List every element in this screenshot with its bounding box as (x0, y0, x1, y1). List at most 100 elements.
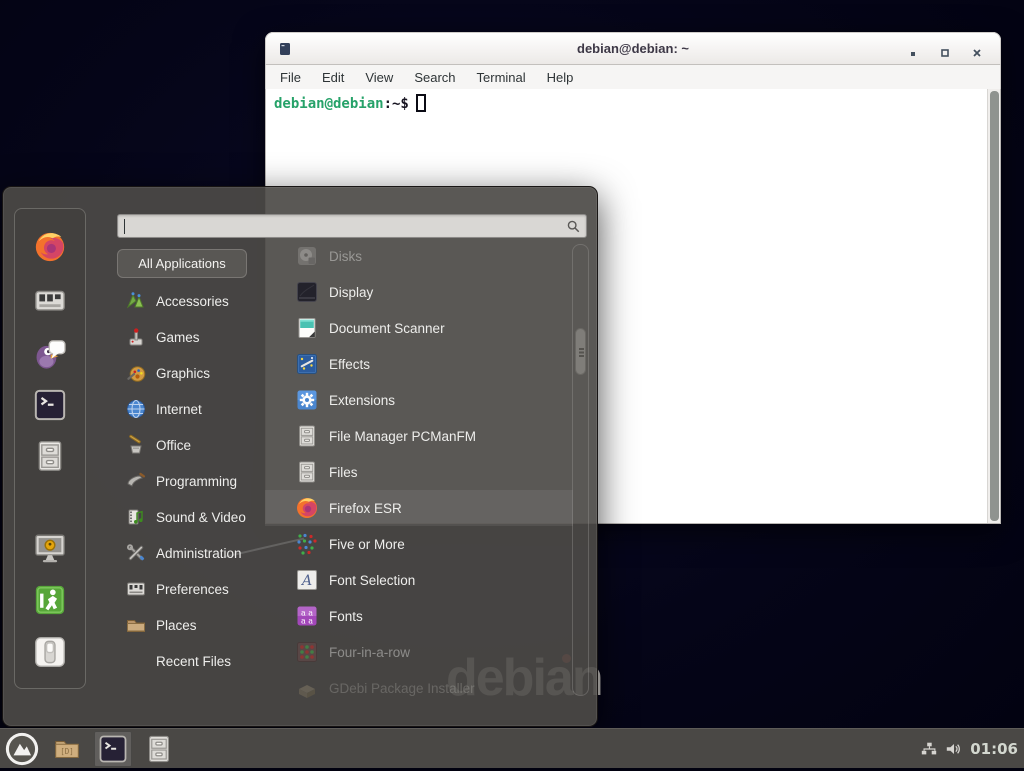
maximize-icon (940, 45, 950, 55)
terminal-menubar: File Edit View Search Terminal Help (265, 65, 1001, 89)
maximize-button[interactable] (936, 41, 954, 59)
minimize-button[interactable] (904, 41, 922, 59)
app-label: Extensions (329, 393, 395, 408)
app-item-five-or-more[interactable]: Five or More (265, 526, 573, 562)
category-label: Office (156, 438, 191, 453)
app-item-document-scanner[interactable]: Document Scanner (265, 310, 573, 346)
file-cabinet-icon (144, 734, 174, 764)
mixer-icon (33, 304, 67, 321)
category-label: Recent Files (156, 654, 231, 669)
menu-item-edit[interactable]: Edit (322, 70, 344, 85)
favorite-control-center[interactable] (33, 283, 67, 317)
pidgin-icon (33, 357, 67, 374)
category-label: Sound & Video (156, 510, 246, 525)
category-accessories[interactable]: Accessories (117, 283, 265, 319)
five-or-more-icon (295, 532, 319, 556)
taskbar-button-file-manager-window[interactable]: [D] (48, 731, 86, 767)
app-label: Document Scanner (329, 321, 445, 336)
taskbar-button-terminal-window[interactable] (94, 731, 132, 767)
minimize-icon (908, 45, 918, 55)
app-label: Five or More (329, 537, 405, 552)
app-label: GDebi Package Installer (329, 681, 475, 696)
effects-icon (295, 352, 319, 376)
favorite-firefox[interactable] (33, 230, 67, 264)
app-label: Disks (329, 249, 362, 264)
volume-icon[interactable] (945, 741, 963, 757)
app-item-font-selection[interactable]: AFont Selection (265, 562, 573, 598)
menu-scrollbar-thumb[interactable] (575, 328, 586, 375)
favorite-terminal[interactable] (33, 388, 67, 422)
app-item-gdebi-package-installer: GDebi Package Installer (265, 670, 573, 706)
category-label: Graphics (156, 366, 210, 381)
administration-icon (125, 542, 147, 564)
logout-icon (33, 604, 67, 621)
app-item-display[interactable]: Display (265, 274, 573, 310)
favorite-file-manager[interactable] (33, 439, 67, 473)
document-scanner-icon (295, 316, 319, 340)
four-in-a-row-icon (295, 640, 319, 664)
network-icon[interactable] (920, 741, 938, 757)
category-office[interactable]: Office (117, 427, 265, 463)
close-button[interactable] (968, 41, 986, 59)
places-icon (125, 614, 147, 636)
favorite-pidgin[interactable] (33, 336, 67, 370)
app-item-disks: Disks (265, 238, 573, 274)
category-recent-files[interactable]: Recent Files (117, 643, 265, 679)
category-graphics[interactable]: Graphics (117, 355, 265, 391)
terminal-titlebar[interactable]: debian@debian: ~ (265, 32, 1001, 65)
shutdown-button[interactable] (33, 635, 67, 669)
app-label: Firefox ESR (329, 501, 402, 516)
terminal-app-icon (33, 409, 67, 426)
category-label: Accessories (156, 294, 229, 309)
terminal-scrollbar[interactable] (987, 89, 1000, 523)
games-icon (125, 326, 147, 348)
extensions-icon (295, 388, 319, 412)
taskbar: [D] 01:06 (0, 728, 1024, 768)
category-list: Accessories Games Graphics Internet Office Pr… (117, 283, 265, 679)
log-out-button[interactable] (33, 583, 67, 617)
text-caret (124, 219, 125, 234)
app-item-fonts[interactable]: a aa aFonts (265, 598, 573, 634)
svg-text:A: A (300, 573, 312, 589)
taskbar-button-files-window[interactable] (140, 731, 178, 767)
office-icon (125, 434, 147, 456)
prompt-user-host: debian@debian (274, 96, 384, 112)
svg-text:a a: a a (301, 617, 313, 626)
menu-item-help[interactable]: Help (547, 70, 574, 85)
desktop: debian debian@debian: ~ FileEditViewSear… (0, 0, 1024, 768)
all-applications-button[interactable]: All Applications (117, 249, 247, 278)
app-item-extensions[interactable]: Extensions (265, 382, 573, 418)
app-item-effects[interactable]: Effects (265, 346, 573, 382)
category-label: Places (156, 618, 197, 633)
app-item-firefox-esr[interactable]: Firefox ESR (265, 490, 573, 526)
app-item-files[interactable]: Files (265, 454, 573, 490)
app-item-file-manager-pcmanfm[interactable]: File Manager PCManFM (265, 418, 573, 454)
menu-button[interactable] (5, 732, 39, 766)
app-label: Display (329, 285, 373, 300)
search-input[interactable] (117, 214, 587, 238)
lock-screen-button[interactable] (33, 531, 67, 565)
category-programming[interactable]: Programming (117, 463, 265, 499)
app-label: Four-in-a-row (329, 645, 410, 660)
menu-item-search[interactable]: Search (414, 70, 455, 85)
fonts-icon: a aa a (295, 604, 319, 628)
terminal-scrollbar-thumb[interactable] (990, 91, 999, 521)
gdebi-icon (295, 676, 319, 700)
category-sound-video[interactable]: Sound & Video (117, 499, 265, 535)
favorites-panel (14, 208, 86, 689)
category-internet[interactable]: Internet (117, 391, 265, 427)
app-label: Effects (329, 357, 370, 372)
menu-item-file[interactable]: File (280, 70, 301, 85)
category-games[interactable]: Games (117, 319, 265, 355)
menu-item-terminal[interactable]: Terminal (477, 70, 526, 85)
internet-icon (125, 398, 147, 420)
category-label: Programming (156, 474, 237, 489)
category-places[interactable]: Places (117, 607, 265, 643)
category-preferences[interactable]: Preferences (117, 571, 265, 607)
app-label: File Manager PCManFM (329, 429, 476, 444)
menu-item-view[interactable]: View (365, 70, 393, 85)
category-label: Preferences (156, 582, 229, 597)
menu-scrollbar[interactable] (572, 244, 589, 696)
preferences-icon (125, 578, 147, 600)
clock[interactable]: 01:06 (970, 740, 1018, 758)
